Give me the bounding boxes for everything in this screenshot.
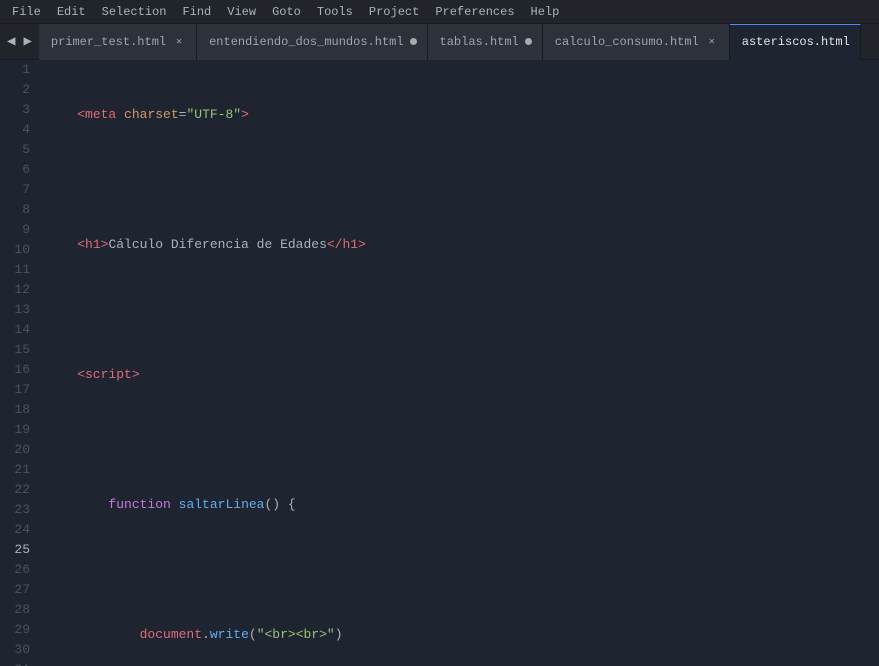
ln-29: 29 (8, 620, 30, 640)
ln-28: 28 (8, 600, 30, 620)
menu-project[interactable]: Project (361, 3, 427, 21)
menu-file[interactable]: File (4, 3, 49, 21)
ln-30: 30 (8, 640, 30, 660)
tab-modified-dot (410, 38, 417, 45)
ln-21: 21 (8, 460, 30, 480)
tab-modified-dot (525, 38, 532, 45)
ln-3: 3 (8, 100, 30, 120)
ln-31: 31 (8, 660, 30, 666)
ln-14: 14 (8, 320, 30, 340)
menu-edit[interactable]: Edit (49, 3, 94, 21)
menu-view[interactable]: View (219, 3, 264, 21)
ln-7: 7 (8, 180, 30, 200)
tab-primer-test[interactable]: primer_test.html ✕ (39, 24, 197, 60)
code-line-6 (46, 430, 879, 450)
ln-20: 20 (8, 440, 30, 460)
ln-9: 9 (8, 220, 30, 240)
tab-entendiendo[interactable]: entendiendo_dos_mundos.html (197, 24, 427, 60)
ln-1: 1 (8, 60, 30, 80)
tab-label: entendiendo_dos_mundos.html (209, 35, 403, 49)
code-area[interactable]: <meta charset="UTF-8"> <h1>Cálculo Difer… (42, 60, 879, 666)
tab-nav-arrows: ◀ ▶ (0, 31, 39, 52)
ln-8: 8 (8, 200, 30, 220)
tab-label: tablas.html (440, 35, 519, 49)
menu-goto[interactable]: Goto (264, 3, 309, 21)
ln-12: 12 (8, 280, 30, 300)
menu-selection[interactable]: Selection (94, 3, 175, 21)
code-line-2 (46, 170, 879, 190)
menu-preferences[interactable]: Preferences (427, 3, 522, 21)
ln-6: 6 (8, 160, 30, 180)
menu-tools[interactable]: Tools (309, 3, 361, 21)
ln-15: 15 (8, 340, 30, 360)
code-line-5: <script> (46, 365, 879, 385)
tab-label: calculo_consumo.html (555, 35, 699, 49)
menubar: File Edit Selection Find View Goto Tools… (0, 0, 879, 24)
tab-label: primer_test.html (51, 35, 166, 49)
ln-5: 5 (8, 140, 30, 160)
ln-18: 18 (8, 400, 30, 420)
ln-17: 17 (8, 380, 30, 400)
ln-23: 23 (8, 500, 30, 520)
tab-close-icon[interactable]: ✕ (172, 35, 186, 49)
code-line-9: document.write("<br><br>") (46, 625, 879, 645)
editor: 1 2 3 4 5 6 7 8 9 10 11 12 13 14 15 16 1… (0, 60, 879, 666)
menu-find[interactable]: Find (174, 3, 219, 21)
ln-11: 11 (8, 260, 30, 280)
tab-label: asteriscos.html (742, 35, 850, 49)
ln-4: 4 (8, 120, 30, 140)
code-line-1: <meta charset="UTF-8"> (46, 105, 879, 125)
ln-19: 19 (8, 420, 30, 440)
tab-calculo[interactable]: calculo_consumo.html ✕ (543, 24, 730, 60)
ln-27: 27 (8, 580, 30, 600)
tab-prev-arrow[interactable]: ◀ (4, 31, 18, 52)
ln-25: 25 (8, 540, 30, 560)
code-line-8 (46, 560, 879, 580)
menu-help[interactable]: Help (523, 3, 568, 21)
ln-10: 10 (8, 240, 30, 260)
ln-24: 24 (8, 520, 30, 540)
tab-asteriscos[interactable]: asteriscos.html (730, 24, 861, 60)
code-line-3: <h1>Cálculo Diferencia de Edades</h1> (46, 235, 879, 255)
ln-26: 26 (8, 560, 30, 580)
line-numbers: 1 2 3 4 5 6 7 8 9 10 11 12 13 14 15 16 1… (0, 60, 42, 666)
tabbar: ◀ ▶ primer_test.html ✕ entendiendo_dos_m… (0, 24, 879, 60)
ln-13: 13 (8, 300, 30, 320)
ln-2: 2 (8, 80, 30, 100)
code-line-7: function saltarLinea() { (46, 495, 879, 515)
tab-close-icon[interactable]: ✕ (705, 35, 719, 49)
code-line-4 (46, 300, 879, 320)
tab-tablas[interactable]: tablas.html (428, 24, 543, 60)
tab-next-arrow[interactable]: ▶ (20, 31, 34, 52)
ln-16: 16 (8, 360, 30, 380)
ln-22: 22 (8, 480, 30, 500)
